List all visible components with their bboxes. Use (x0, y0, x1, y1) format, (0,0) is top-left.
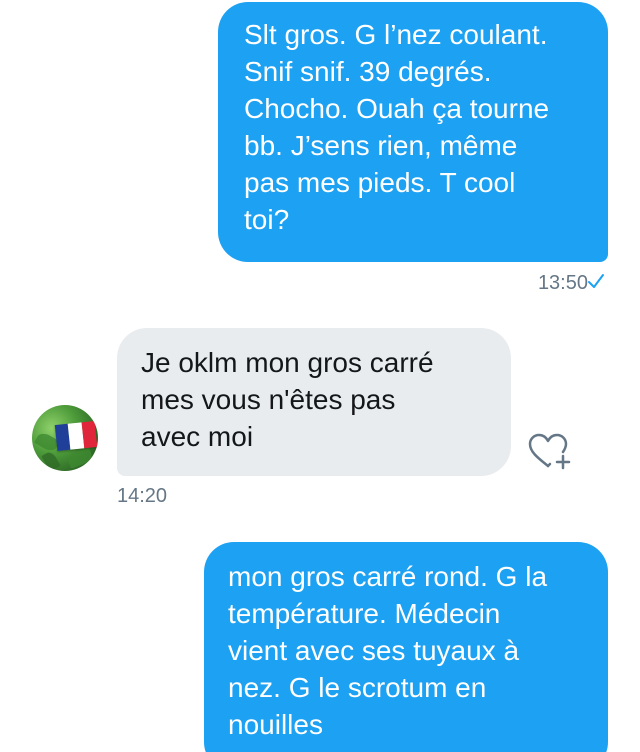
message-thread: Slt gros. G l’nez coulant. Snif snif. 39… (0, 0, 640, 752)
message-timestamp: 13:50 (537, 272, 588, 294)
sent-message-bubble[interactable]: mon gros carré rond. G la température. M… (204, 542, 608, 752)
avatar[interactable] (32, 405, 98, 471)
received-message-bubble[interactable]: Je oklm mon gros carré mes vous n'êtes p… (117, 328, 511, 476)
avatar-leaf (41, 450, 61, 471)
check-icon (588, 274, 604, 288)
france-flag-icon (54, 420, 98, 452)
message-timestamp: 14:20 (117, 485, 168, 507)
avatar-leaf (66, 447, 94, 469)
heart-plus-icon[interactable] (526, 432, 574, 472)
sent-message-bubble[interactable]: Slt gros. G l’nez coulant. Snif snif. 39… (218, 2, 608, 262)
